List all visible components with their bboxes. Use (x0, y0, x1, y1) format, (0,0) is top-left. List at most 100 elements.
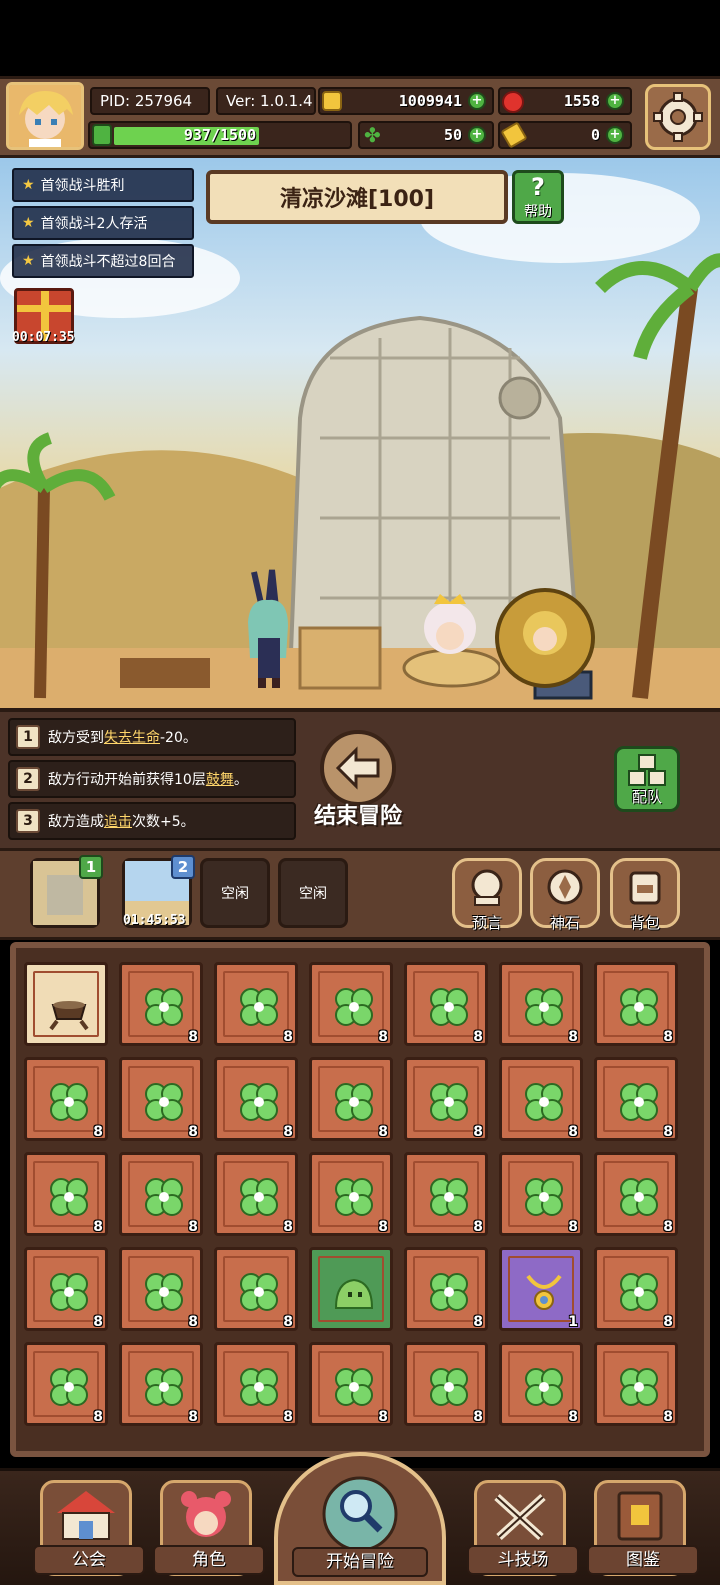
goal-item: ★ 首领战斗胜利 (12, 168, 194, 202)
clover-icon: ✤ (364, 123, 381, 147)
inventory-cell[interactable]: 1 (499, 1247, 583, 1331)
inventory-cell[interactable]: 8 (214, 1342, 298, 1426)
prophecy-button[interactable]: 预言 (452, 858, 522, 932)
item-count: 8 (93, 1314, 103, 1330)
crystal-ball-icon (471, 869, 503, 906)
nav-character-label: 角色 (153, 1545, 265, 1575)
inventory-cell[interactable]: 8 (499, 1152, 583, 1236)
inventory-cell[interactable]: 8 (24, 1152, 108, 1236)
inventory-cell[interactable]: 8 (309, 1342, 393, 1426)
expedition-slot[interactable]: 2 01:45:53 (122, 855, 195, 928)
clover-icon (430, 988, 468, 1026)
item-count: 8 (283, 1314, 293, 1330)
item-count: 8 (93, 1124, 103, 1140)
inventory-cell[interactable]: 8 (594, 1342, 678, 1426)
nav-codex[interactable]: 图鉴 (587, 1480, 699, 1576)
expedition-slot[interactable]: 空闲 (278, 858, 348, 928)
slot-badge: 1 (79, 855, 103, 879)
clover-icon (145, 1083, 183, 1121)
clover-icon (145, 1178, 183, 1216)
battle-scene: ★ 首领战斗胜利 ★ 首领战斗2人存活 ★ 首领战斗不超过8回合 00:07:35 (0, 158, 720, 708)
inventory-cell[interactable]: 8 (119, 1057, 203, 1141)
inventory-cell[interactable] (309, 1247, 393, 1331)
inventory-cell[interactable]: 8 (309, 1057, 393, 1141)
inventory-cell[interactable]: 8 (214, 1057, 298, 1141)
inventory-cell[interactable]: 8 (499, 1057, 583, 1141)
inventory-cell[interactable]: 8 (499, 1342, 583, 1426)
goal-text: 首领战斗胜利 (40, 178, 125, 194)
nav-arena[interactable]: 斗技场 (467, 1480, 579, 1576)
inventory-cell[interactable]: 8 (119, 1247, 203, 1331)
inventory-cell[interactable]: 8 (24, 1342, 108, 1426)
inventory-cell[interactable]: 8 (214, 1152, 298, 1236)
nav-character[interactable]: 角色 (153, 1480, 265, 1576)
inventory-cell[interactable]: 8 (404, 1152, 488, 1236)
stage-title-text: 清凉沙滩[100] (279, 187, 435, 212)
clover-icon (620, 988, 658, 1026)
inventory-cell[interactable]: 8 (24, 1057, 108, 1141)
add-gem-button[interactable]: + (606, 92, 624, 110)
clover-icon (620, 1273, 658, 1311)
inventory-cell[interactable]: 8 (214, 962, 298, 1046)
inventory-cell[interactable]: 8 (24, 1247, 108, 1331)
backpack-button[interactable]: 背包 (610, 858, 680, 932)
item-count: 8 (378, 1409, 388, 1425)
inventory-cell[interactable]: 8 (404, 1247, 488, 1331)
nav-guild-label: 公会 (33, 1545, 145, 1575)
inventory-cell[interactable]: 8 (499, 962, 583, 1046)
inventory-cell[interactable]: 8 (119, 962, 203, 1046)
gear-icon (653, 92, 703, 142)
settings-button[interactable] (645, 84, 711, 150)
item-count: 8 (568, 1124, 578, 1140)
item-count: 8 (568, 1029, 578, 1045)
end-adventure-button[interactable]: 结束冒险 (304, 728, 412, 832)
clover-icon (50, 1178, 88, 1216)
clover-icon (620, 1368, 658, 1406)
inventory-cell[interactable]: 8 (594, 1057, 678, 1141)
item-count: 8 (473, 1219, 483, 1235)
add-ticket-button[interactable]: + (606, 126, 624, 144)
inventory-cell[interactable]: 8 (309, 962, 393, 1046)
item-count: 8 (663, 1409, 673, 1425)
item-count: 8 (568, 1219, 578, 1235)
team-label: 配队 (631, 788, 662, 806)
inventory-cell[interactable]: 8 (594, 1247, 678, 1331)
inventory-cell[interactable]: 8 (404, 1057, 488, 1141)
item-count: 8 (283, 1029, 293, 1045)
prophecy-label: 预言 (471, 914, 502, 932)
buff-text: 敌方造成追击次数+5。 (48, 814, 195, 830)
add-gold-button[interactable]: + (468, 92, 486, 110)
inventory-cell[interactable]: 8 (594, 1152, 678, 1236)
help-label: 帮助 (524, 204, 552, 220)
clover-icon (50, 1368, 88, 1406)
slot-badge: 2 (171, 855, 195, 879)
clover-icon (620, 1083, 658, 1121)
princess-character (402, 594, 500, 688)
inventory-cell[interactable]: 8 (119, 1342, 203, 1426)
help-button[interactable]: ? 帮助 (512, 170, 564, 224)
buff-keyword[interactable]: 失去生命 (104, 730, 160, 746)
buff-keyword[interactable]: 追击 (104, 814, 132, 830)
buff-text: 敌方受到失去生命-20。 (48, 730, 197, 746)
expedition-slot[interactable]: 空闲 (200, 858, 270, 928)
inventory-cell[interactable]: 8 (594, 962, 678, 1046)
god-stone-button[interactable]: 神石 (530, 858, 600, 932)
team-button[interactable]: 配队 (614, 746, 680, 812)
inventory-cell[interactable]: 8 (404, 1342, 488, 1426)
inventory-cell[interactable] (24, 962, 108, 1046)
nav-start-adventure-label: 开始冒险 (292, 1547, 428, 1577)
item-count: 8 (663, 1314, 673, 1330)
inventory-cell[interactable]: 8 (404, 962, 488, 1046)
inventory-cell[interactable]: 8 (309, 1152, 393, 1236)
inventory-cell[interactable]: 8 (214, 1247, 298, 1331)
add-clover-button[interactable]: + (468, 126, 486, 144)
inventory-cell[interactable]: 8 (119, 1152, 203, 1236)
player-avatar[interactable] (6, 82, 84, 150)
buff-keyword[interactable]: 鼓舞 (206, 772, 234, 788)
nav-guild[interactable]: 公会 (33, 1480, 145, 1576)
book-icon (617, 1491, 663, 1541)
buff-number: 2 (16, 767, 40, 791)
expedition-slot[interactable]: 1 (30, 855, 103, 928)
goal-text: 首领战斗2人存活 (40, 216, 148, 232)
item-count: 8 (188, 1029, 198, 1045)
